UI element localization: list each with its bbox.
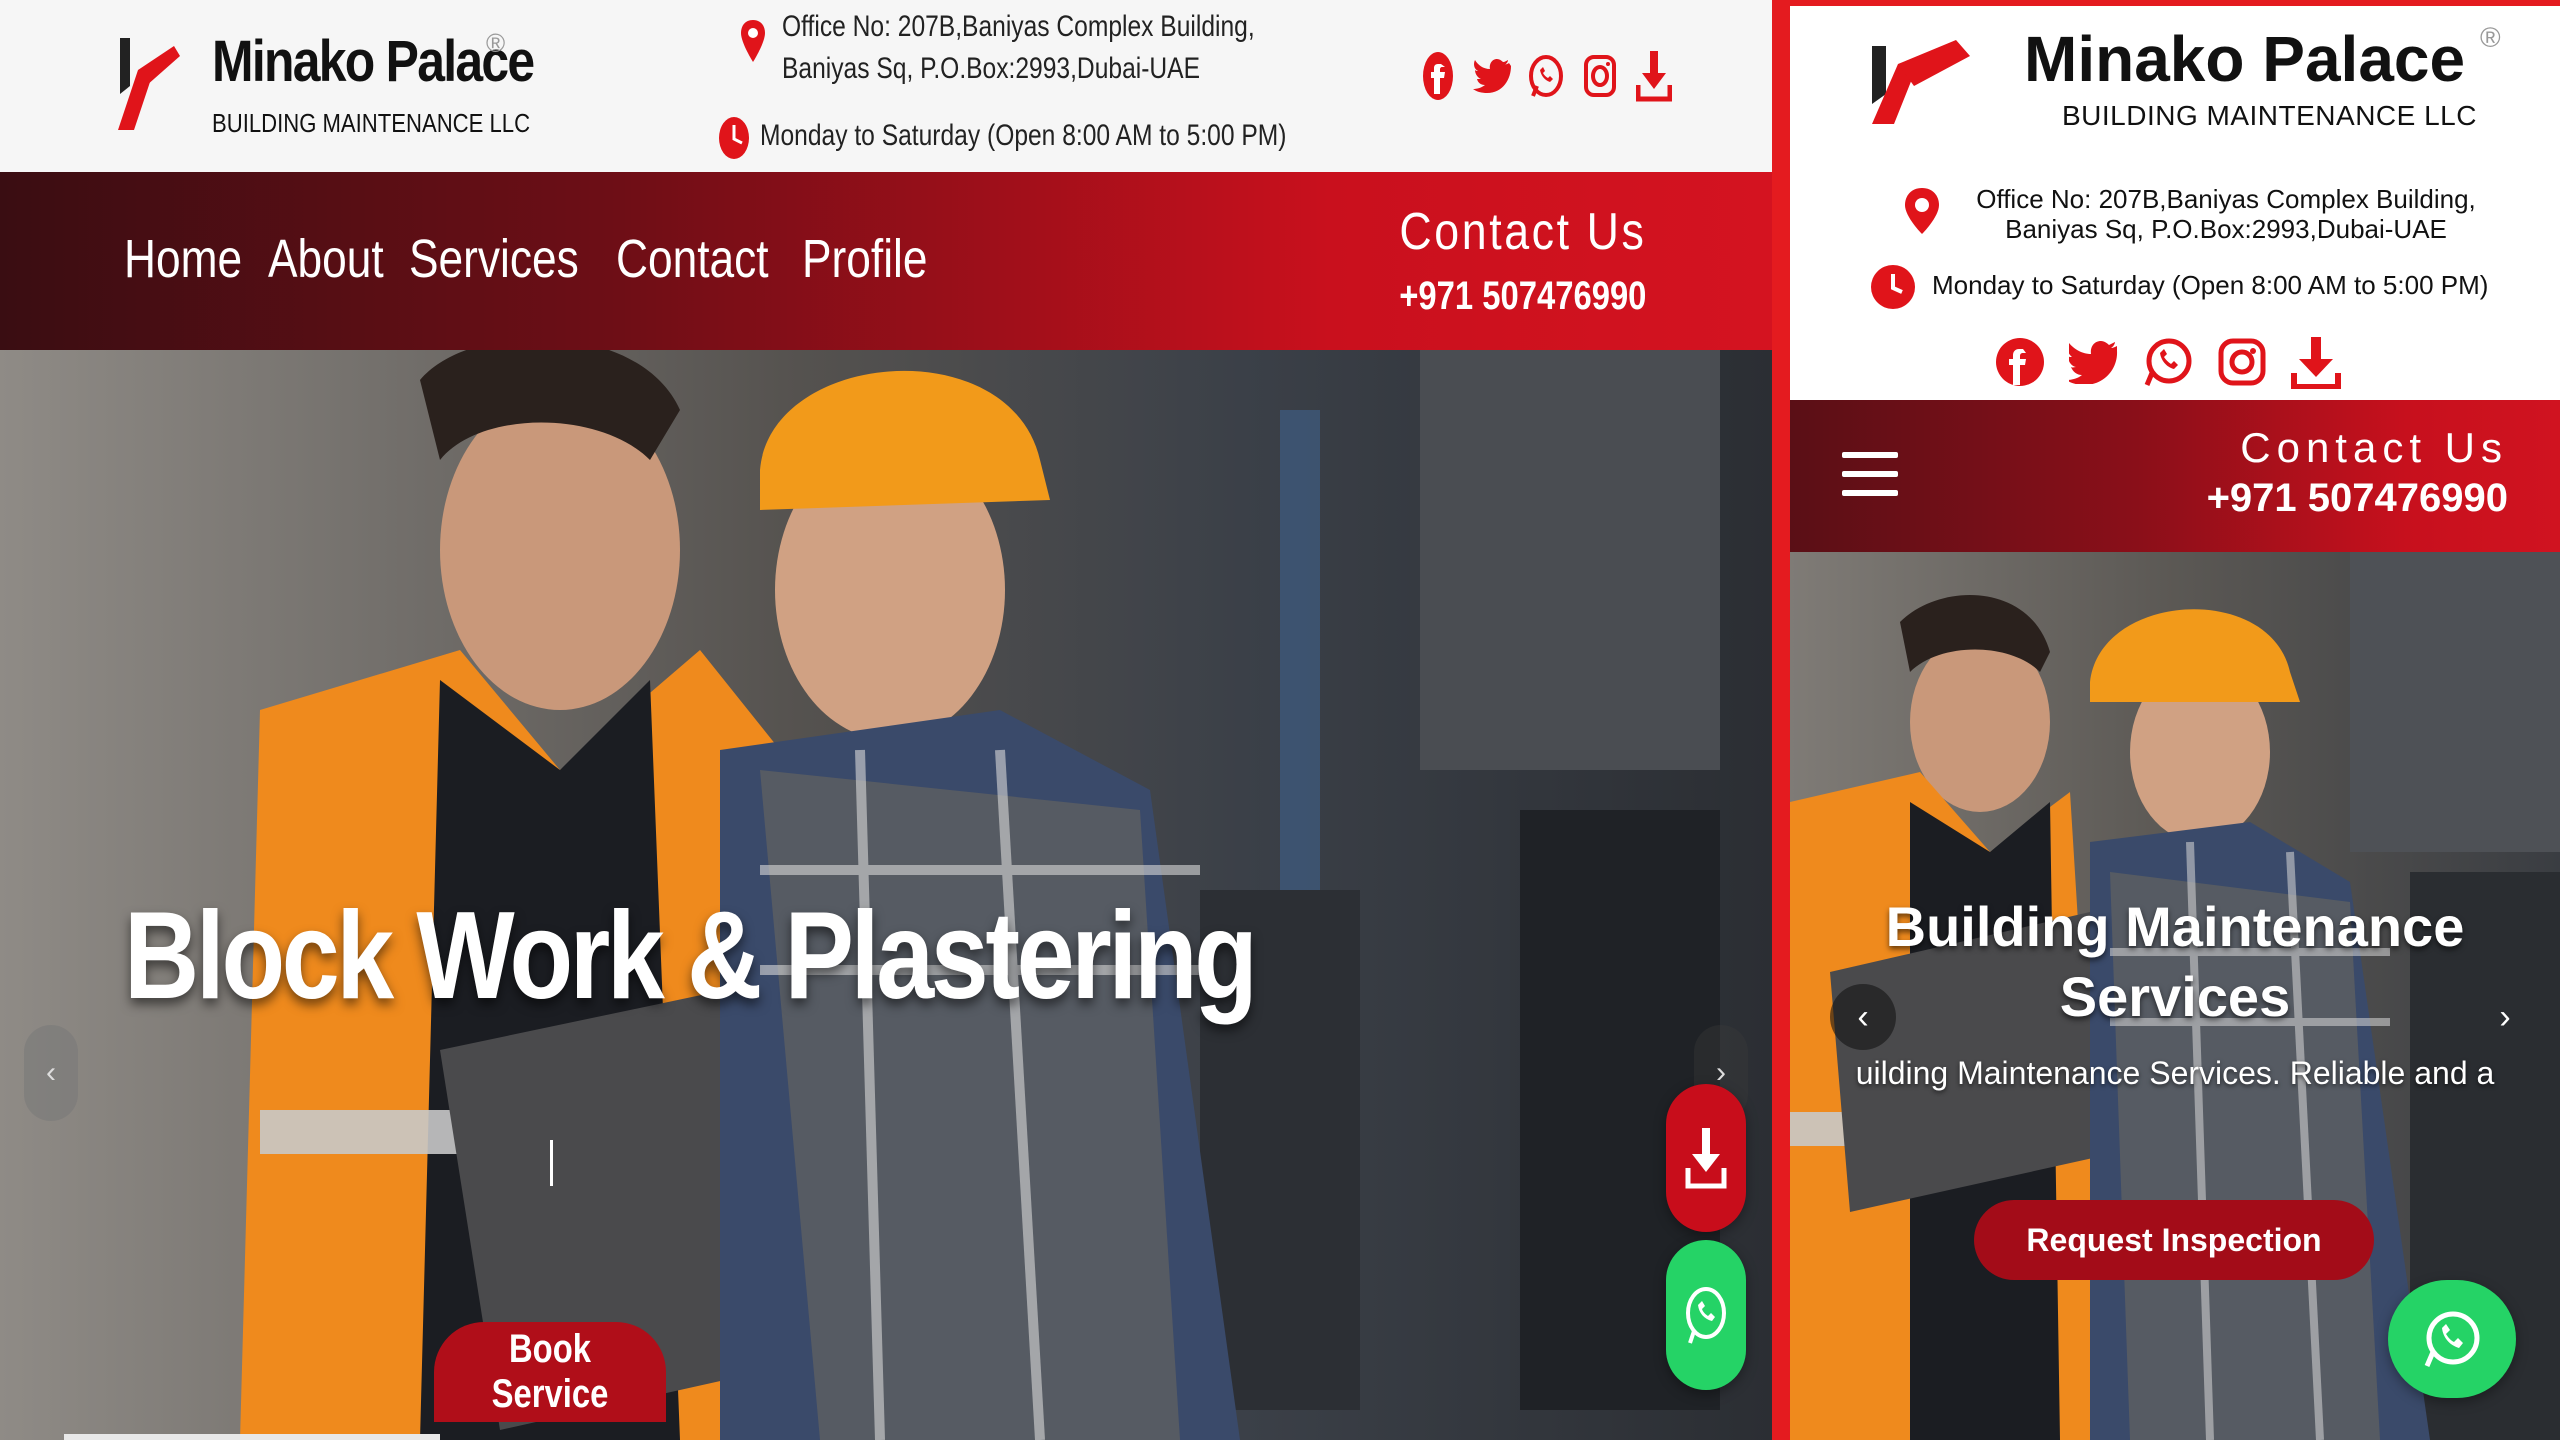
hero-title: Block Work & Plastering bbox=[124, 887, 1258, 1025]
registered-mark: ® bbox=[2480, 22, 2501, 53]
request-inspection-button[interactable]: Request Inspection bbox=[1974, 1200, 2374, 1280]
main-navbar: Home About Services Contact Profile Cont… bbox=[0, 172, 1772, 350]
download-icon[interactable] bbox=[1634, 46, 1674, 106]
social-links bbox=[1994, 334, 2342, 390]
mobile-view: Minako Palace ® BUILDING MAINTENANCE LLC… bbox=[1790, 0, 2560, 1440]
contact-us-label: Contact Us bbox=[1398, 203, 1646, 261]
brand-tagline: BUILDING MAINTENANCE LLC bbox=[2062, 100, 2477, 131]
hero-description: uilding Maintenance Services. Reliable a… bbox=[1855, 1055, 2495, 1091]
phone-number[interactable]: +971 507476990 bbox=[2207, 476, 2508, 521]
header-contact[interactable]: Contact Us +971 507476990 bbox=[1345, 202, 1646, 319]
nav-item-about[interactable]: About bbox=[268, 228, 384, 290]
top-header: Minako Palace ® BUILDING MAINTENANCE LLC… bbox=[0, 0, 1772, 172]
hero-slider: Building Maintenance Services uilding Ma… bbox=[1790, 552, 2560, 1440]
address-text: Office No: 207B,Baniyas Complex Building… bbox=[782, 6, 1255, 90]
whatsapp-icon[interactable] bbox=[1526, 46, 1566, 106]
address-text: Office No: 207B,Baniyas Complex Building… bbox=[1956, 184, 2496, 244]
hamburger-menu-icon[interactable] bbox=[1842, 452, 1898, 496]
social-links bbox=[1418, 46, 1674, 106]
logo-mark-icon[interactable] bbox=[1868, 34, 1976, 126]
view-divider bbox=[1772, 0, 1790, 1440]
logo-mark-icon bbox=[118, 38, 180, 130]
main-navbar: Contact Us +971 507476990 bbox=[1790, 400, 2560, 552]
nav-item-services[interactable]: Services bbox=[409, 228, 579, 290]
slider-next-button[interactable]: › bbox=[2472, 984, 2538, 1050]
twitter-icon[interactable] bbox=[2068, 334, 2120, 390]
text-cursor bbox=[550, 1140, 553, 1186]
book-service-button[interactable]: Book Service bbox=[434, 1322, 666, 1422]
floating-whatsapp-button[interactable] bbox=[1666, 1240, 1746, 1390]
location-pin-icon bbox=[741, 20, 765, 62]
address-line-2: Baniyas Sq, P.O.Box:2993,Dubai-UAE bbox=[782, 52, 1200, 85]
nav-item-profile[interactable]: Profile bbox=[802, 228, 928, 290]
hours-text: Monday to Saturday (Open 8:00 AM to 5:00… bbox=[1932, 270, 2489, 300]
book-service-label: Book Service bbox=[491, 1327, 609, 1416]
slider-prev-button[interactable]: ‹ bbox=[1830, 984, 1896, 1050]
floating-download-button[interactable] bbox=[1666, 1084, 1746, 1232]
header-contact[interactable]: Contact Us +971 507476990 bbox=[2207, 424, 2508, 521]
slider-progress bbox=[64, 1434, 440, 1440]
facebook-icon[interactable] bbox=[1418, 46, 1458, 106]
address-line-2: Baniyas Sq, P.O.Box:2993,Dubai-UAE bbox=[2005, 214, 2447, 244]
contact-us-label: Contact Us bbox=[2240, 424, 2508, 471]
nav-menu: Home About Services Contact Profile bbox=[124, 228, 929, 290]
phone-number[interactable]: +971 507476990 bbox=[1399, 274, 1646, 319]
clock-icon bbox=[1871, 265, 1915, 309]
hero-slider: Block Work & Plastering Book Service ‹ › bbox=[0, 350, 1772, 1440]
whatsapp-icon bbox=[1686, 1287, 1726, 1344]
location-pin-icon bbox=[1905, 188, 1939, 234]
nav-item-contact[interactable]: Contact bbox=[616, 228, 769, 290]
address-line-1: Office No: 207B,Baniyas Complex Building… bbox=[1976, 184, 2476, 214]
brand-name: Minako Palace bbox=[2024, 23, 2466, 95]
download-icon bbox=[1685, 1128, 1727, 1189]
brand-tagline: BUILDING MAINTENANCE LLC bbox=[212, 108, 531, 138]
nav-item-home[interactable]: Home bbox=[124, 228, 242, 290]
slider-prev-button[interactable]: ‹ bbox=[24, 1025, 78, 1121]
desktop-view: Minako Palace ® BUILDING MAINTENANCE LLC… bbox=[0, 0, 1772, 1440]
registered-mark: ® bbox=[486, 28, 506, 58]
top-strip bbox=[1790, 0, 2560, 6]
hours-text: Monday to Saturday (Open 8:00 AM to 5:00… bbox=[760, 119, 1287, 152]
address-line-1: Office No: 207B,Baniyas Complex Building… bbox=[782, 10, 1255, 43]
instagram-icon[interactable] bbox=[1580, 46, 1620, 106]
whatsapp-icon bbox=[2424, 1311, 2480, 1367]
logo[interactable]: Minako Palace ® BUILDING MAINTENANCE LLC bbox=[114, 28, 535, 148]
hero-title: Building Maintenance Services bbox=[1885, 895, 2465, 1028]
whatsapp-icon[interactable] bbox=[2142, 334, 2194, 390]
floating-whatsapp-button[interactable] bbox=[2388, 1280, 2516, 1398]
instagram-icon[interactable] bbox=[2216, 334, 2268, 390]
clock-icon bbox=[719, 117, 749, 159]
download-icon[interactable] bbox=[2290, 334, 2342, 390]
twitter-icon[interactable] bbox=[1472, 46, 1512, 106]
facebook-icon[interactable] bbox=[1994, 334, 2046, 390]
